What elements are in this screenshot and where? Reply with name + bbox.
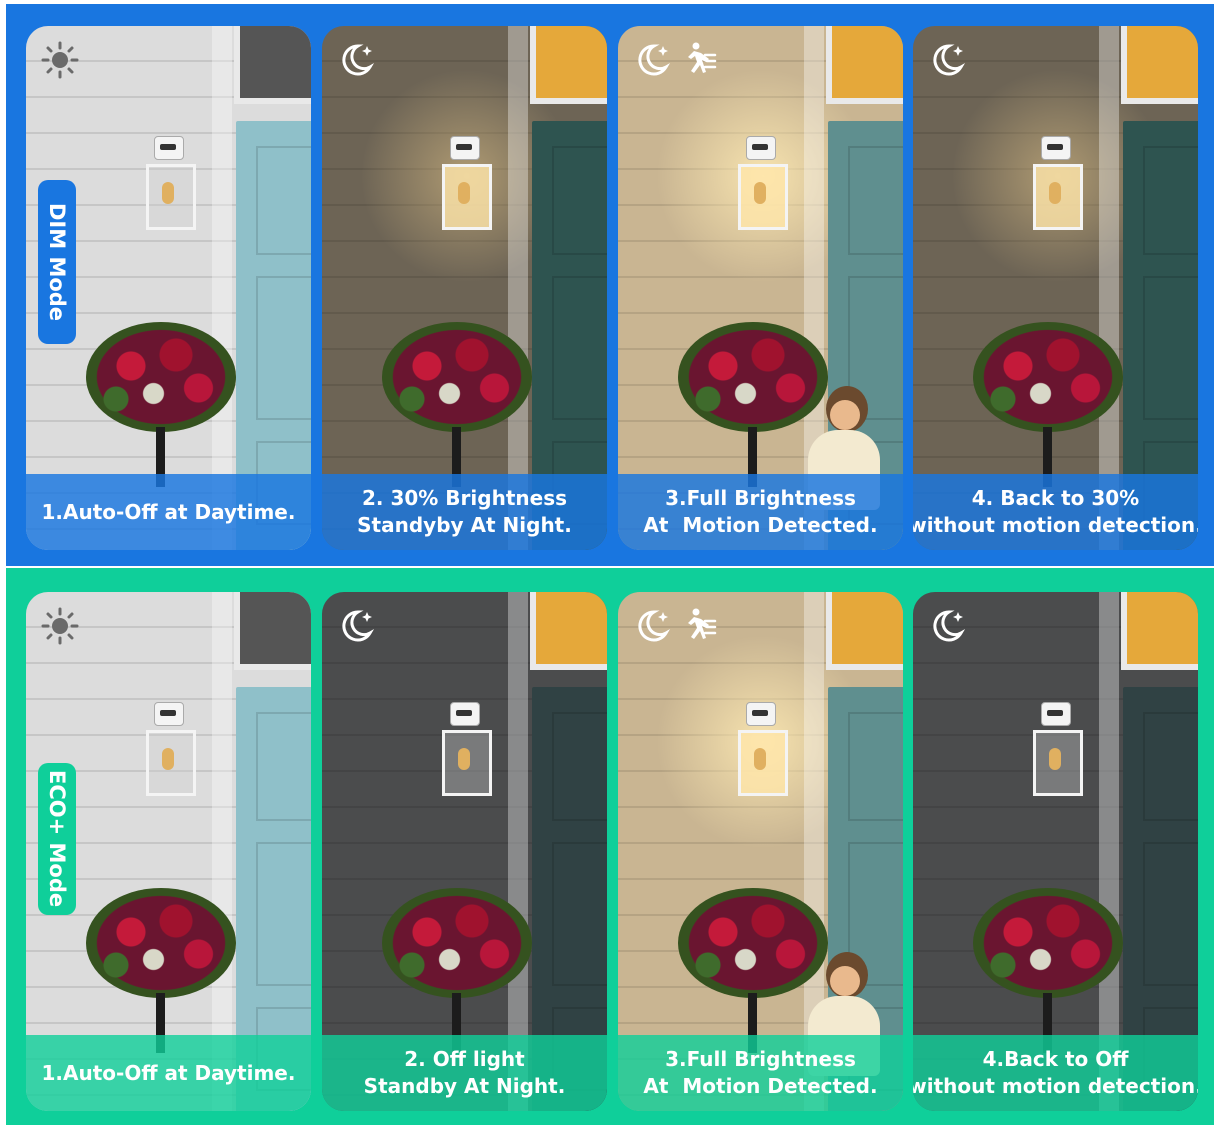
moon-icon — [632, 40, 672, 84]
caption-line: At Motion Detected. — [643, 1074, 878, 1098]
icon-row — [927, 606, 967, 650]
caption-line: 1.Auto-Off at Daytime. — [41, 499, 296, 524]
window — [530, 26, 607, 104]
moon-icon — [336, 40, 376, 84]
moon-icon — [927, 606, 967, 650]
wall-lantern — [736, 136, 788, 232]
icon-row — [336, 40, 376, 84]
panel-caption: 2. 30% Brightness Standyby At Night. — [322, 474, 607, 550]
window — [234, 26, 311, 104]
eco-panel-back: 4.Back to Off without motion detection. — [913, 592, 1198, 1111]
panel-caption: 3.Full Brightness At Motion Detected. — [618, 1035, 903, 1111]
door-trim — [508, 592, 528, 1111]
scene-image — [618, 26, 903, 550]
mode-label-text: ECO+ Mode — [45, 770, 69, 908]
panel-caption: 1.Auto-Off at Daytime. — [26, 1035, 311, 1111]
caption-line: 3.Full Brightness — [665, 1047, 856, 1071]
flower-planter — [678, 888, 828, 1053]
flower-planter — [382, 888, 532, 1053]
door-trim — [1099, 592, 1119, 1111]
caption-line: 4. Back to 30% — [971, 486, 1140, 510]
window — [826, 592, 903, 670]
panel-caption: 4.Back to Off without motion detection. — [913, 1035, 1198, 1111]
door-trim — [212, 26, 232, 550]
dim-mode-section: 1.Auto-Off at Daytime. 2. 30% Brightness… — [6, 4, 1214, 566]
flower-planter — [382, 322, 532, 487]
scene-image — [322, 26, 607, 550]
window — [234, 592, 311, 670]
panel-caption: 2. Off light Standby At Night. — [322, 1035, 607, 1111]
scene-image — [913, 592, 1198, 1111]
dim-panel-back: 4. Back to 30% without motion detection. — [913, 26, 1198, 550]
flower-planter — [973, 888, 1123, 1053]
caption-line: At Motion Detected. — [643, 513, 878, 537]
flower-planter — [86, 322, 236, 487]
eco-panel-standby: 2. Off light Standby At Night. — [322, 592, 607, 1111]
door-trim — [1099, 26, 1119, 550]
eco-panel-motion: 3.Full Brightness At Motion Detected. — [618, 592, 903, 1111]
caption-line: 2. 30% Brightness — [362, 486, 567, 510]
motion-icon — [678, 40, 718, 84]
wall-lantern — [440, 136, 492, 232]
icon-row — [632, 40, 718, 84]
wall-lantern — [1031, 136, 1083, 232]
caption-line: 3.Full Brightness — [665, 486, 856, 510]
flower-planter — [678, 322, 828, 487]
caption-line: Standyby At Night. — [357, 513, 572, 537]
dim-panel-standby: 2. 30% Brightness Standyby At Night. — [322, 26, 607, 550]
panel-caption: 1.Auto-Off at Daytime. — [26, 474, 311, 550]
scene-image — [913, 26, 1198, 550]
caption-line: 1.Auto-Off at Daytime. — [41, 1060, 296, 1085]
motion-icon — [678, 606, 718, 650]
moon-icon — [632, 606, 672, 650]
scene-image — [618, 592, 903, 1111]
wall-lantern — [144, 136, 196, 232]
sun-icon — [40, 40, 80, 84]
flower-planter — [86, 888, 236, 1053]
wall-lantern — [144, 702, 196, 798]
window — [530, 592, 607, 670]
icon-row — [40, 606, 80, 650]
icon-row — [927, 40, 967, 84]
dim-panel-motion: 3.Full Brightness At Motion Detected. — [618, 26, 903, 550]
sun-icon — [40, 606, 80, 650]
caption-line: without motion detection. — [913, 1074, 1198, 1098]
door-trim — [212, 592, 232, 1111]
mode-label-text: DIM Mode — [45, 202, 69, 322]
caption-line: 4.Back to Off — [982, 1047, 1129, 1071]
wall-lantern — [1031, 702, 1083, 798]
window — [1121, 592, 1198, 670]
panel-caption: 3.Full Brightness At Motion Detected. — [618, 474, 903, 550]
eco-mode-label: ECO+ Mode — [38, 763, 76, 915]
flower-planter — [973, 322, 1123, 487]
caption-line: without motion detection. — [913, 513, 1198, 537]
door-trim — [508, 26, 528, 550]
scene-image — [322, 592, 607, 1111]
eco-mode-section: 1.Auto-Off at Daytime. 2. Off light Stan… — [6, 568, 1214, 1125]
icon-row — [632, 606, 718, 650]
wall-lantern — [440, 702, 492, 798]
caption-line: 2. Off light — [404, 1047, 525, 1071]
icon-row — [40, 40, 80, 84]
icon-row — [336, 606, 376, 650]
wall-lantern — [736, 702, 788, 798]
dim-mode-label: DIM Mode — [38, 180, 76, 344]
caption-line: Standby At Night. — [363, 1074, 566, 1098]
window — [1121, 26, 1198, 104]
panel-caption: 4. Back to 30% without motion detection. — [913, 474, 1198, 550]
window — [826, 26, 903, 104]
moon-icon — [336, 606, 376, 650]
moon-icon — [927, 40, 967, 84]
